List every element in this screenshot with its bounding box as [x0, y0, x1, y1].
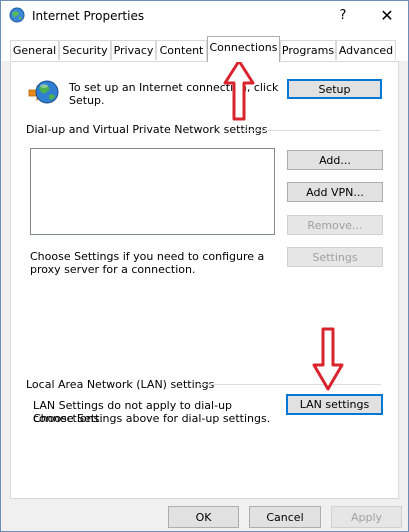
tab-general[interactable]: General — [10, 40, 59, 60]
lan-info-line2: Choose Settings above for dial-up settin… — [33, 412, 271, 425]
lan-section-label: Local Area Network (LAN) settings — [26, 378, 215, 391]
internet-properties-dialog: Internet Properties ? ✕ General Security… — [0, 0, 409, 532]
close-button[interactable]: ✕ — [376, 5, 398, 27]
lan-settings-button[interactable]: LAN settings — [286, 394, 383, 415]
setup-button[interactable]: Setup — [287, 79, 382, 99]
help-button[interactable]: ? — [333, 5, 353, 27]
tab-advanced[interactable]: Advanced — [336, 40, 396, 60]
tab-strip: General Security Privacy Content Connect… — [1, 31, 408, 62]
remove-button[interactable]: Remove... — [287, 215, 383, 235]
tab-privacy[interactable]: Privacy — [111, 40, 156, 60]
add-vpn-button[interactable]: Add VPN... — [287, 182, 383, 202]
dialup-divider — [241, 130, 381, 131]
title-bar: Internet Properties ? ✕ — [1, 1, 408, 31]
apply-button[interactable]: Apply — [331, 506, 402, 528]
connections-list[interactable] — [30, 148, 275, 235]
tab-programs[interactable]: Programs — [280, 40, 336, 60]
cancel-button[interactable]: Cancel — [249, 506, 321, 528]
tab-security[interactable]: Security — [59, 40, 111, 60]
dialup-section-label: Dial-up and Virtual Private Network sett… — [26, 123, 268, 136]
proxy-info-text: Choose Settings if you need to configure… — [30, 250, 265, 276]
tab-content[interactable]: Content — [156, 40, 207, 60]
add-button[interactable]: Add... — [287, 150, 383, 170]
down-arrow-annotation-icon — [312, 327, 344, 391]
up-arrow-annotation-icon — [223, 59, 255, 121]
window-title: Internet Properties — [32, 9, 145, 23]
internet-globe-icon — [9, 7, 25, 23]
tab-connections[interactable]: Connections — [207, 36, 280, 62]
ok-button[interactable]: OK — [168, 506, 239, 528]
globe-network-icon — [28, 80, 59, 104]
lan-divider — [199, 384, 381, 385]
settings-button[interactable]: Settings — [287, 247, 383, 267]
